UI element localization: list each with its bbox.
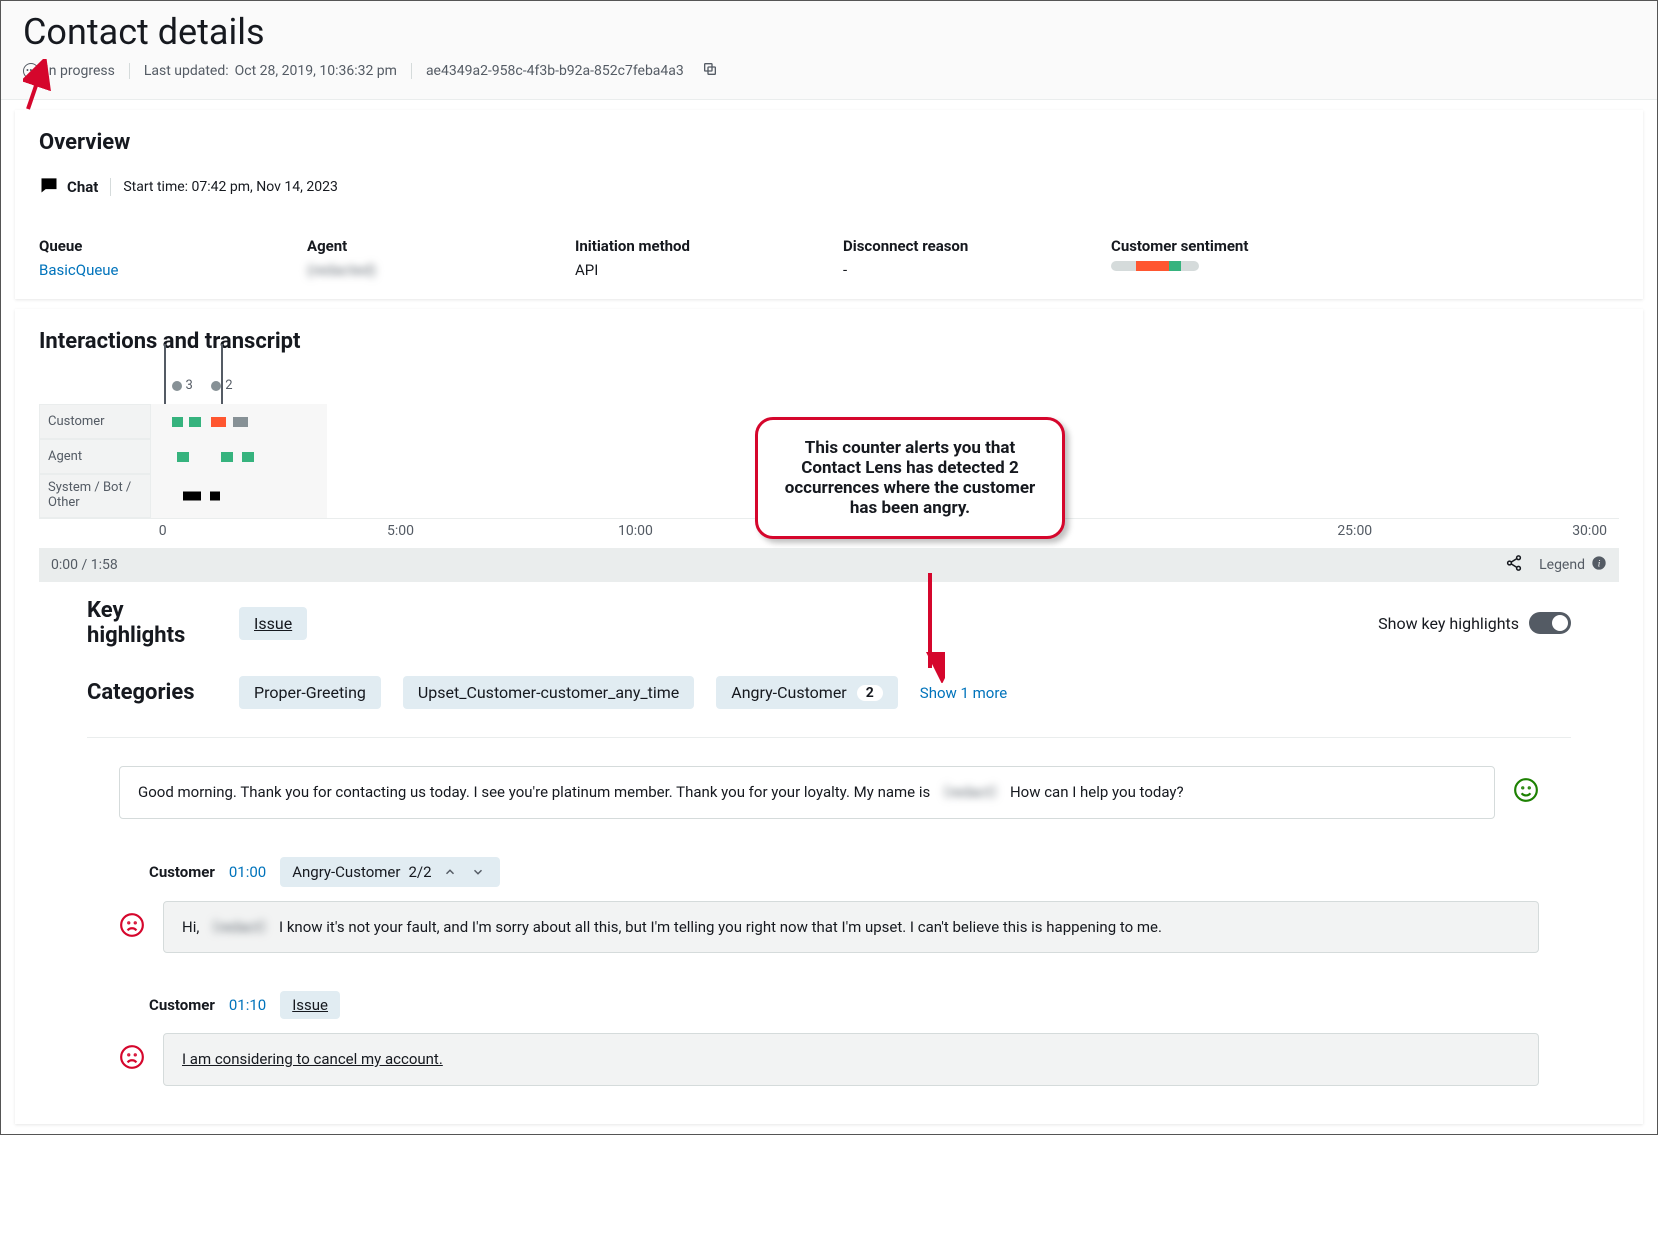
legend-label: Legend <box>1539 557 1585 573</box>
status-badge: ••• In progress <box>23 63 130 79</box>
toggle-label: Show key highlights <box>1378 614 1519 633</box>
chat-icon <box>39 175 59 199</box>
interactions-title: Interactions and transcript <box>39 329 1619 354</box>
tick-0: 0 <box>159 523 167 539</box>
start-time: Start time: 07:42 pm, Nov 14, 2023 <box>119 179 337 195</box>
overview-card: Overview Chat Start time: 07:42 pm, Nov … <box>15 110 1643 299</box>
copy-icon[interactable] <box>698 57 722 85</box>
lane-customer-label: Customer <box>39 404 151 439</box>
chevron-up-icon[interactable] <box>440 862 460 882</box>
category-chip-upset-customer[interactable]: Upset_Customer-customer_any_time <box>403 676 694 709</box>
status-text: In progress <box>45 63 115 79</box>
svg-text:i: i <box>1598 559 1601 569</box>
tick-5: 5:00 <box>387 523 414 539</box>
tick-30: 30:00 <box>1572 523 1607 539</box>
tick-25: 25:00 <box>1337 523 1372 539</box>
negative-sentiment-icon <box>119 1044 145 1074</box>
lane-agent-label: Agent <box>39 439 151 474</box>
positive-sentiment-icon <box>1513 777 1539 807</box>
speaker-label: Customer <box>149 863 215 881</box>
show-more-link[interactable]: Show 1 more <box>920 684 1007 702</box>
annotation-callout: This counter alerts you that Contact Len… <box>755 417 1065 539</box>
timestamp-link[interactable]: 01:00 <box>229 863 266 881</box>
customer-message-bubble: I am considering to cancel my account. <box>163 1033 1539 1086</box>
share-icon[interactable] <box>1505 554 1523 576</box>
marker-2: 2 <box>225 378 232 393</box>
contact-id: ae4349a2-958c-4f3b-b92a-852c7feba4a3 <box>412 63 698 79</box>
init-method-label: Initiation method <box>575 237 815 255</box>
issue-chip[interactable]: Issue <box>239 607 307 640</box>
timestamp-link[interactable]: 01:10 <box>229 996 266 1014</box>
in-progress-icon: ••• <box>23 63 39 79</box>
show-highlights-toggle[interactable] <box>1529 612 1571 634</box>
interactions-card: Interactions and transcript 3 2 Customer <box>15 309 1643 1124</box>
disconnect-value: - <box>843 261 1083 279</box>
marker-3: 3 <box>186 378 193 393</box>
info-icon[interactable]: i <box>1591 555 1607 575</box>
sentiment-bar <box>1111 261 1199 271</box>
overview-title: Overview <box>39 130 1619 155</box>
play-time: 0:00 / 1:58 <box>51 557 118 573</box>
init-method-value: API <box>575 261 815 279</box>
agent-value: (redacted) <box>307 261 376 279</box>
last-updated: Last updated: Oct 28, 2019, 10:36:32 pm <box>130 63 412 79</box>
queue-link[interactable]: BasicQueue <box>39 261 119 279</box>
customer-message-bubble: Hi, （redact） I know it's not your fault,… <box>163 901 1539 954</box>
page-title: Contact details <box>23 11 1635 53</box>
speaker-label: Customer <box>149 996 215 1014</box>
nav-count: 2/2 <box>408 863 431 881</box>
queue-label: Queue <box>39 237 279 255</box>
agent-message-bubble: Good morning. Thank you for contacting u… <box>119 766 1495 819</box>
angry-customer-nav-chip: Angry-Customer 2/2 <box>280 857 499 887</box>
chevron-down-icon[interactable] <box>468 862 488 882</box>
tick-10: 10:00 <box>618 523 653 539</box>
category-chip-angry-customer[interactable]: Angry-Customer 2 <box>716 676 898 709</box>
page-header: Contact details ••• In progress Last upd… <box>1 1 1657 100</box>
agent-label: Agent <box>307 237 547 255</box>
lane-system-label: System / Bot / Other <box>39 474 151 518</box>
sentiment-label: Customer sentiment <box>1111 237 1591 255</box>
channel-label: Chat <box>67 178 111 196</box>
disconnect-label: Disconnect reason <box>843 237 1083 255</box>
negative-sentiment-icon <box>119 912 145 942</box>
key-highlights-heading: Key highlights <box>87 598 217 648</box>
category-chip-proper-greeting[interactable]: Proper-Greeting <box>239 676 381 709</box>
angry-customer-count: 2 <box>857 685 883 701</box>
categories-heading: Categories <box>87 680 217 705</box>
issue-tag-chip[interactable]: Issue <box>280 991 340 1019</box>
